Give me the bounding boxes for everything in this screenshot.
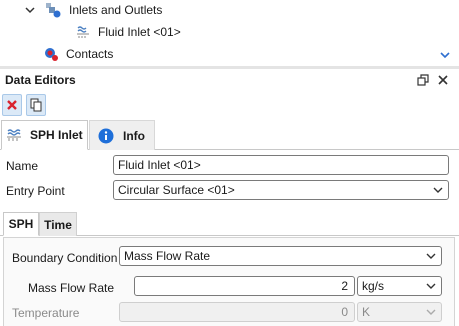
- inlets-outlets-icon: [46, 3, 61, 18]
- temperature-value: 0: [341, 305, 348, 319]
- fluid-inlet-icon: [77, 26, 89, 38]
- chevron-down-icon: [426, 253, 436, 259]
- tree-view: Inlets and Outlets Fluid Inlet <01> Cont…: [0, 0, 459, 66]
- info-icon: [98, 128, 114, 143]
- name-label: Name: [6, 159, 39, 173]
- mass-flow-rate-input[interactable]: 2: [134, 276, 355, 296]
- restore-window-button[interactable]: [416, 73, 430, 87]
- subtab-sph[interactable]: SPH: [3, 212, 39, 236]
- tree-item-contacts[interactable]: Contacts: [43, 44, 113, 64]
- name-value: Fluid Inlet <01>: [118, 158, 201, 172]
- mass-flow-rate-value: 2: [341, 279, 348, 293]
- editor-toolbar: [0, 92, 459, 118]
- boundary-condition-label: Boundary Condition: [12, 251, 118, 265]
- restore-window-icon: [417, 74, 429, 86]
- temperature-unit-select: K: [357, 302, 442, 322]
- chevron-down-icon: [426, 283, 436, 289]
- splitter[interactable]: [0, 66, 459, 69]
- temperature-input: 0: [119, 302, 355, 322]
- contacts-icon: [45, 48, 58, 61]
- temperature-label: Temperature: [12, 306, 80, 320]
- close-icon: [438, 75, 448, 85]
- boundary-condition-select[interactable]: Mass Flow Rate: [119, 246, 442, 266]
- chevron-down-icon: [426, 309, 436, 315]
- temperature-unit-value: K: [362, 305, 371, 319]
- chevron-down-icon[interactable]: [24, 4, 36, 16]
- tree-item-inlets-outlets[interactable]: Inlets and Outlets: [24, 0, 162, 20]
- tree-item-fluid-inlet[interactable]: Fluid Inlet <01>: [76, 22, 181, 42]
- entry-point-value: Circular Surface <01>: [118, 183, 235, 197]
- tab-label: SPH Inlet: [30, 128, 83, 142]
- subtab-label: Time: [44, 217, 72, 232]
- delete-x-icon: [7, 100, 17, 110]
- copy-button[interactable]: [26, 94, 46, 116]
- tab-info[interactable]: Info: [89, 120, 155, 150]
- subtab-time[interactable]: Time: [39, 212, 77, 236]
- scroll-down-chevron-icon[interactable]: [439, 49, 451, 61]
- close-panel-button[interactable]: [436, 73, 450, 87]
- mass-flow-unit-value: kg/s: [362, 279, 385, 293]
- boundary-condition-value: Mass Flow Rate: [124, 249, 211, 263]
- entry-point-label: Entry Point: [6, 184, 65, 198]
- name-field[interactable]: Fluid Inlet <01>: [113, 155, 449, 175]
- panel-title: Data Editors: [5, 73, 76, 87]
- data-editors-header: Data Editors: [0, 70, 459, 90]
- copy-icon: [30, 98, 42, 112]
- tab-label: Info: [123, 128, 145, 143]
- delete-button[interactable]: [2, 94, 22, 116]
- sph-inlet-icon: [7, 129, 21, 141]
- mass-flow-unit-select[interactable]: kg/s: [357, 276, 442, 296]
- tree-item-label: Contacts: [66, 47, 114, 61]
- subtab-label: SPH: [8, 217, 34, 231]
- chevron-down-icon: [433, 187, 443, 193]
- tree-item-label: Inlets and Outlets: [69, 3, 163, 17]
- mass-flow-rate-label: Mass Flow Rate: [28, 281, 115, 295]
- entry-point-select[interactable]: Circular Surface <01>: [113, 180, 449, 200]
- tree-item-label: Fluid Inlet <01>: [98, 25, 181, 39]
- tab-sph-inlet[interactable]: SPH Inlet: [1, 120, 88, 150]
